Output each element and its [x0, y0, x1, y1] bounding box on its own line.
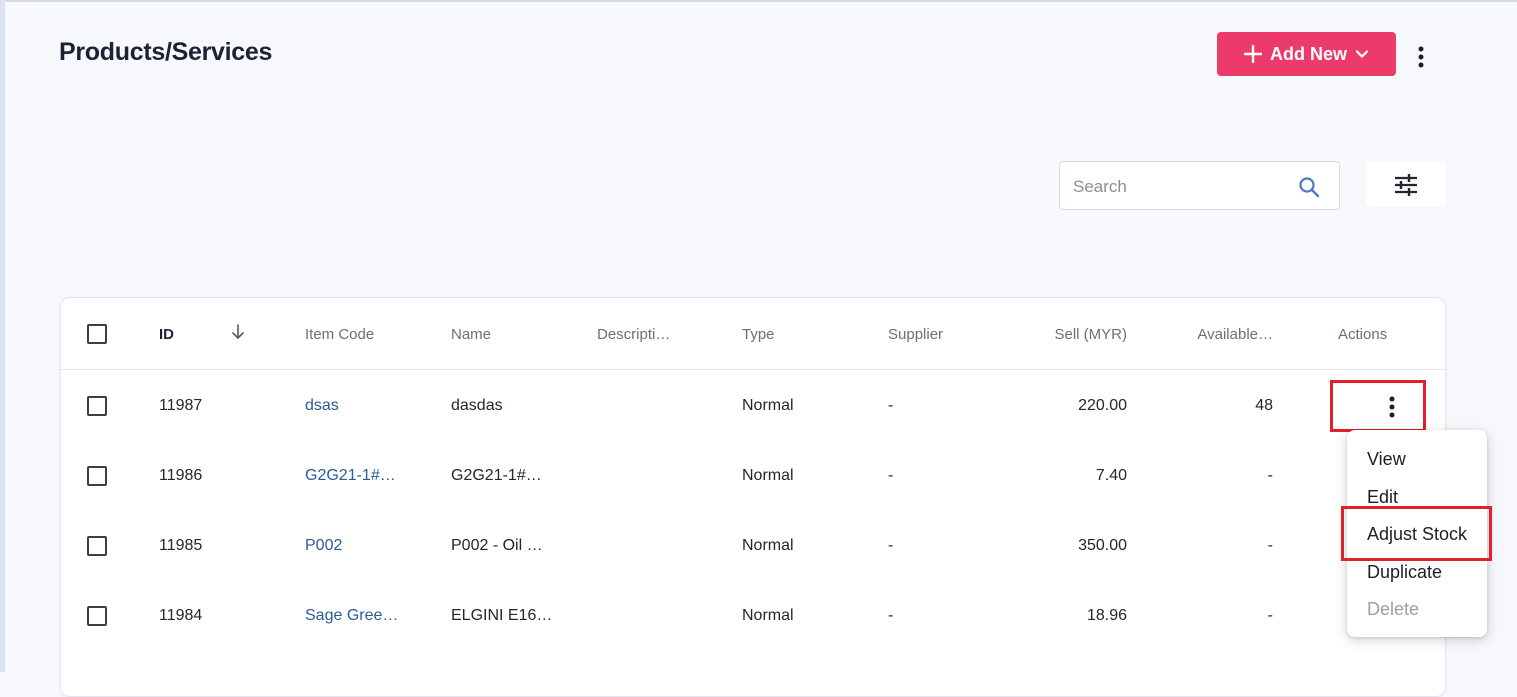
products-table: ID Item Code Name Descripti… Type Suppli… [60, 297, 1446, 697]
table-cell-available: - [1267, 467, 1273, 484]
table-cell-available: - [1267, 607, 1273, 624]
row-checkbox[interactable] [87, 396, 107, 416]
table-cell-id: 11986 [159, 467, 203, 484]
table-cell-id: 11985 [159, 537, 203, 554]
page-more-options-button[interactable] [1408, 42, 1434, 72]
column-header-type[interactable]: Type [742, 326, 775, 343]
table-cell-name: ELGINI E16… [451, 607, 553, 624]
sliders-icon [1395, 173, 1417, 196]
actions-highlight-box [1330, 380, 1426, 432]
table-cell-sell: 220.00 [1078, 397, 1127, 414]
table-header-divider [61, 369, 1445, 370]
row-checkbox[interactable] [87, 606, 107, 626]
table-cell-supplier: - [888, 537, 894, 554]
table-cell-type: Normal [742, 537, 794, 554]
table-cell-sell: 7.40 [1095, 467, 1127, 484]
chevron-down-icon [1355, 50, 1369, 58]
column-header-sell[interactable]: Sell (MYR) [1027, 326, 1127, 343]
page-title: Products/Services [59, 38, 273, 66]
table-cell-sell: 18.96 [1086, 607, 1127, 624]
table-cell-available: 48 [1255, 397, 1273, 414]
table-cell-id: 11987 [159, 397, 203, 414]
column-header-available[interactable]: Available… [1173, 326, 1273, 343]
add-new-button[interactable]: Add New [1217, 32, 1396, 76]
table-cell-item-code[interactable]: G2G21-1#… [305, 467, 396, 485]
row-checkbox[interactable] [87, 536, 107, 556]
search-icon[interactable] [1298, 176, 1320, 198]
table-cell-type: Normal [742, 607, 794, 624]
table-cell-supplier: - [888, 467, 894, 484]
table-cell-name: G2G21-1#… [451, 467, 542, 484]
column-header-item-code[interactable]: Item Code [305, 326, 374, 343]
table-cell-sell: 350.00 [1078, 537, 1127, 554]
table-cell-supplier: - [888, 397, 894, 414]
column-header-description[interactable]: Descripti… [597, 326, 670, 343]
plus-icon [1243, 45, 1262, 63]
column-header-supplier[interactable]: Supplier [888, 326, 943, 343]
column-header-name[interactable]: Name [451, 326, 491, 343]
search-box [1059, 161, 1340, 210]
menu-item-delete: Delete [1367, 599, 1420, 619]
window-left-border [0, 0, 5, 672]
add-new-label: Add New [1269, 43, 1347, 64]
search-input[interactable] [1071, 174, 1290, 200]
menu-item-edit[interactable]: Edit [1367, 487, 1398, 508]
window-top-border [0, 0, 1517, 2]
column-header-actions: Actions [1338, 326, 1388, 343]
adjust-stock-highlight-box [1341, 506, 1492, 561]
table-cell-supplier: - [888, 607, 894, 624]
table-cell-id: 11984 [159, 607, 203, 624]
menu-item-view[interactable]: View [1367, 449, 1406, 470]
table-cell-name: P002 - Oil … [451, 537, 543, 554]
more-vertical-icon [1418, 46, 1424, 68]
table-cell-type: Normal [742, 467, 794, 484]
filter-settings-button[interactable] [1366, 162, 1446, 207]
select-all-checkbox[interactable] [87, 324, 107, 344]
table-cell-item-code[interactable]: P002 [305, 537, 342, 555]
row-checkbox[interactable] [87, 466, 107, 486]
table-cell-name: dasdas [451, 397, 503, 414]
table-cell-item-code[interactable]: dsas [305, 397, 339, 415]
table-cell-item-code[interactable]: Sage Gree… [305, 607, 398, 625]
column-header-id[interactable]: ID [159, 326, 174, 343]
menu-item-duplicate[interactable]: Duplicate [1367, 562, 1442, 583]
arrow-down-icon[interactable] [231, 324, 245, 340]
table-cell-available: - [1267, 537, 1273, 554]
table-cell-type: Normal [742, 397, 794, 414]
